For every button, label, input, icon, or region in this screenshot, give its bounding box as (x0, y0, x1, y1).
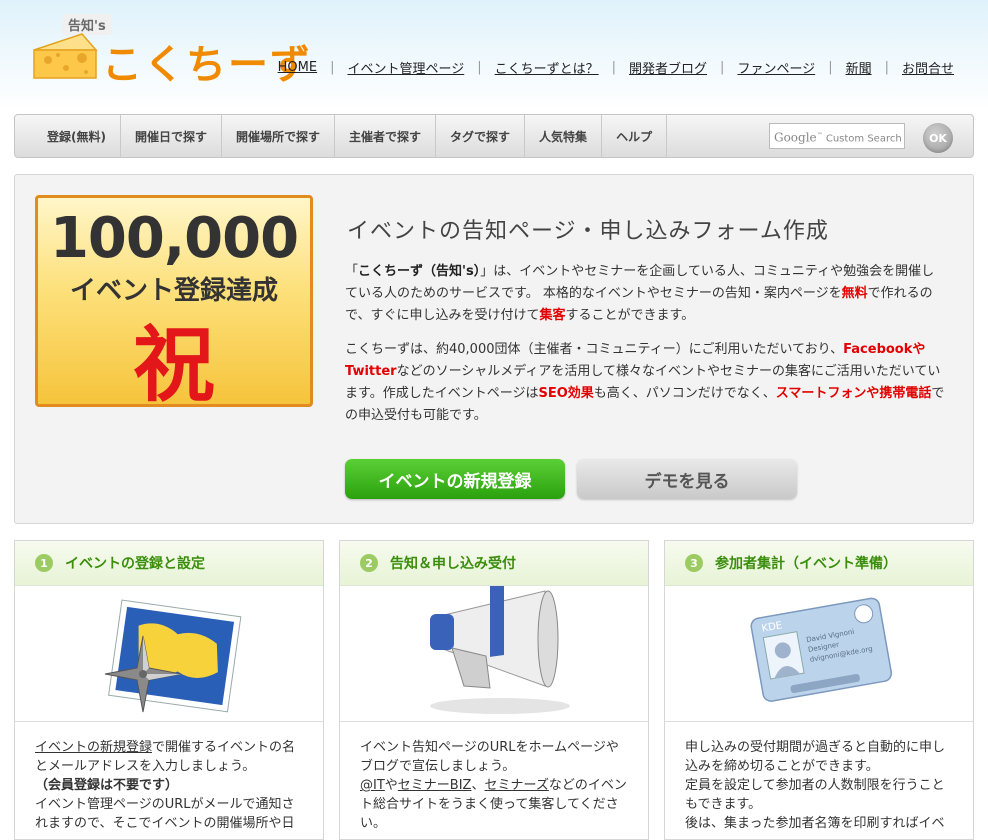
step-title: 告知＆申し込み受付 (390, 556, 516, 572)
new-event-link[interactable]: イベントの新規登録 (35, 740, 152, 755)
highlight-seo: SEO効果 (538, 386, 594, 401)
map-compass-icon (104, 599, 242, 713)
badge-celebration-kanji: 祝 (132, 317, 215, 413)
trademark-mark: ™ (816, 132, 823, 139)
step-text: 申し込みの受付期間が過ぎると自動的に申し込みを締め切ることができます。 定員を設… (665, 722, 973, 833)
milestone-badge: 100,000 イベント登録達成 祝 (35, 195, 313, 413)
search-placeholder: Custom Search (825, 133, 902, 145)
search-ok-button[interactable]: OK (923, 123, 953, 153)
step-header: 1 イベントの登録と設定 (15, 541, 323, 586)
step-header: 2 告知＆申し込み受付 (340, 541, 648, 586)
nav-newspaper[interactable]: 新聞 (846, 58, 872, 77)
link-atmark-it[interactable]: @IT (360, 778, 385, 793)
text: も高く、パソコンだけでなく、 (593, 386, 776, 401)
nav-home[interactable]: HOME (278, 60, 317, 75)
step-text: イベント告知ページのURLをホームページやブログで宣伝しましょう。 @ITやセミ… (340, 722, 648, 833)
step-header: 3 参加者集計（イベント準備） (665, 541, 973, 586)
hero-description: 「こくちーず（告知's）」は、イベントやセミナーを企画している人、コミュニティや… (345, 261, 945, 439)
new-event-button[interactable]: イベントの新規登録 (345, 459, 565, 499)
step-image: KDE David Vignoni Designer dvignoni@kde.… (665, 586, 973, 722)
step-number: 3 (685, 554, 703, 572)
link-seminar-biz[interactable]: セミナーBIZ (398, 778, 472, 793)
menu-search-by-date[interactable]: 開催日で探す (121, 114, 222, 158)
highlight-free: 無料 (841, 286, 868, 301)
demo-button[interactable]: デモを見る (577, 459, 797, 499)
brand-name: こくちーず（告知's） (358, 264, 481, 279)
hero-title: イベントの告知ページ・申し込みフォーム作成 (347, 219, 829, 244)
menu-help[interactable]: ヘルプ (602, 114, 668, 158)
nav-separator: | (477, 60, 482, 75)
highlight-mobile: スマートフォンや携帯電話 (775, 386, 932, 401)
step-image (15, 586, 323, 722)
step-number: 1 (35, 554, 53, 572)
step-card-2: 2 告知＆申し込み受付 イベント告知ページのURLをホームページやブログで宣伝し… (339, 540, 649, 840)
nav-separator: | (884, 60, 889, 75)
menu-register[interactable]: 登録(無料) (15, 114, 121, 158)
menu-popular[interactable]: 人気特集 (525, 114, 603, 158)
nav-separator: | (611, 60, 617, 75)
hero-paragraph-1: 「こくちーず（告知's）」は、イベントやセミナーを企画している人、コミュニティや… (345, 261, 945, 327)
text: 「 (345, 264, 359, 279)
text: イベント告知ページのURLをホームページやブログで宣伝しましょう。 (360, 740, 619, 774)
nav-fan-page[interactable]: ファンページ (737, 58, 815, 77)
note-no-signup: （会員登録は不要です） (35, 778, 179, 793)
nav-separator: | (828, 60, 833, 75)
nav-about[interactable]: こくちーずとは？ (495, 58, 599, 77)
menu-search-by-tag[interactable]: タグで探す (436, 114, 526, 158)
nav-dev-blog[interactable]: 開発者ブログ (629, 58, 707, 77)
step-title: 参加者集計（イベント準備） (715, 556, 897, 572)
step-number: 2 (360, 554, 378, 572)
main-menu-bar: 登録(無料) 開催日で探す 開催場所で探す 主催者で探す タグで探す 人気特集 … (14, 114, 974, 158)
highlight-attract: 集客 (539, 308, 566, 323)
text: 後は、集まった参加者名簿を印刷すればイベ (685, 816, 945, 831)
step-image (340, 582, 648, 722)
cheese-icon (33, 33, 98, 79)
id-card-icon: KDE David Vignoni Designer dvignoni@kde.… (750, 597, 893, 702)
text: 、 (471, 778, 485, 793)
text: 申し込みの受付期間が過ぎると自動的に申し込みを締め切ることができます。 (685, 740, 946, 774)
step-card-1: 1 イベントの登録と設定 イベントの新規登録で開催するイベントの名とメールアドレ… (14, 540, 324, 840)
link-seminars[interactable]: セミナーズ (484, 778, 548, 793)
top-navigation: HOME | イベント管理ページ | こくちーずとは？ | 開発者ブログ | ファンペー… (278, 58, 954, 77)
nav-event-admin[interactable]: イベント管理ページ (347, 58, 464, 77)
nav-separator: | (330, 60, 335, 75)
google-brand: Google (774, 130, 817, 145)
megaphone-icon (430, 582, 570, 714)
text: や (384, 778, 398, 793)
badge-number: 100,000 (49, 206, 299, 271)
menu-search-by-place[interactable]: 開催場所で探す (222, 114, 336, 158)
text: イベント管理ページのURLがメールで通知されますので、そこでイベントの開催場所や… (35, 797, 295, 831)
text: こくちーずは、約40,000団体（主催者・コミュニティー）にご利用いただいており… (345, 342, 844, 357)
hero-section: 100,000 イベント登録達成 祝 イベントの告知ページ・申し込みフォーム作成… (14, 174, 974, 524)
step-card-3: 3 参加者集計（イベント準備） KDE David Vignoni Design… (664, 540, 974, 840)
search-input[interactable]: Google™ Custom Search (769, 123, 905, 149)
step-text: イベントの新規登録で開催するイベントの名とメールアドレスを入力しましょう。 （会… (15, 722, 323, 833)
menu-search-by-organizer[interactable]: 主催者で探す (335, 114, 437, 158)
nav-separator: | (720, 60, 725, 75)
text: 定員を設定して参加者の人数制限を行うこともできます。 (685, 778, 945, 812)
step-title: イベントの登録と設定 (65, 556, 205, 572)
hero-paragraph-2: こくちーずは、約40,000団体（主催者・コミュニティー）にご利用いただいており… (345, 339, 945, 427)
text: することができます。 (565, 308, 695, 323)
nav-contact[interactable]: お問合せ (902, 58, 954, 77)
